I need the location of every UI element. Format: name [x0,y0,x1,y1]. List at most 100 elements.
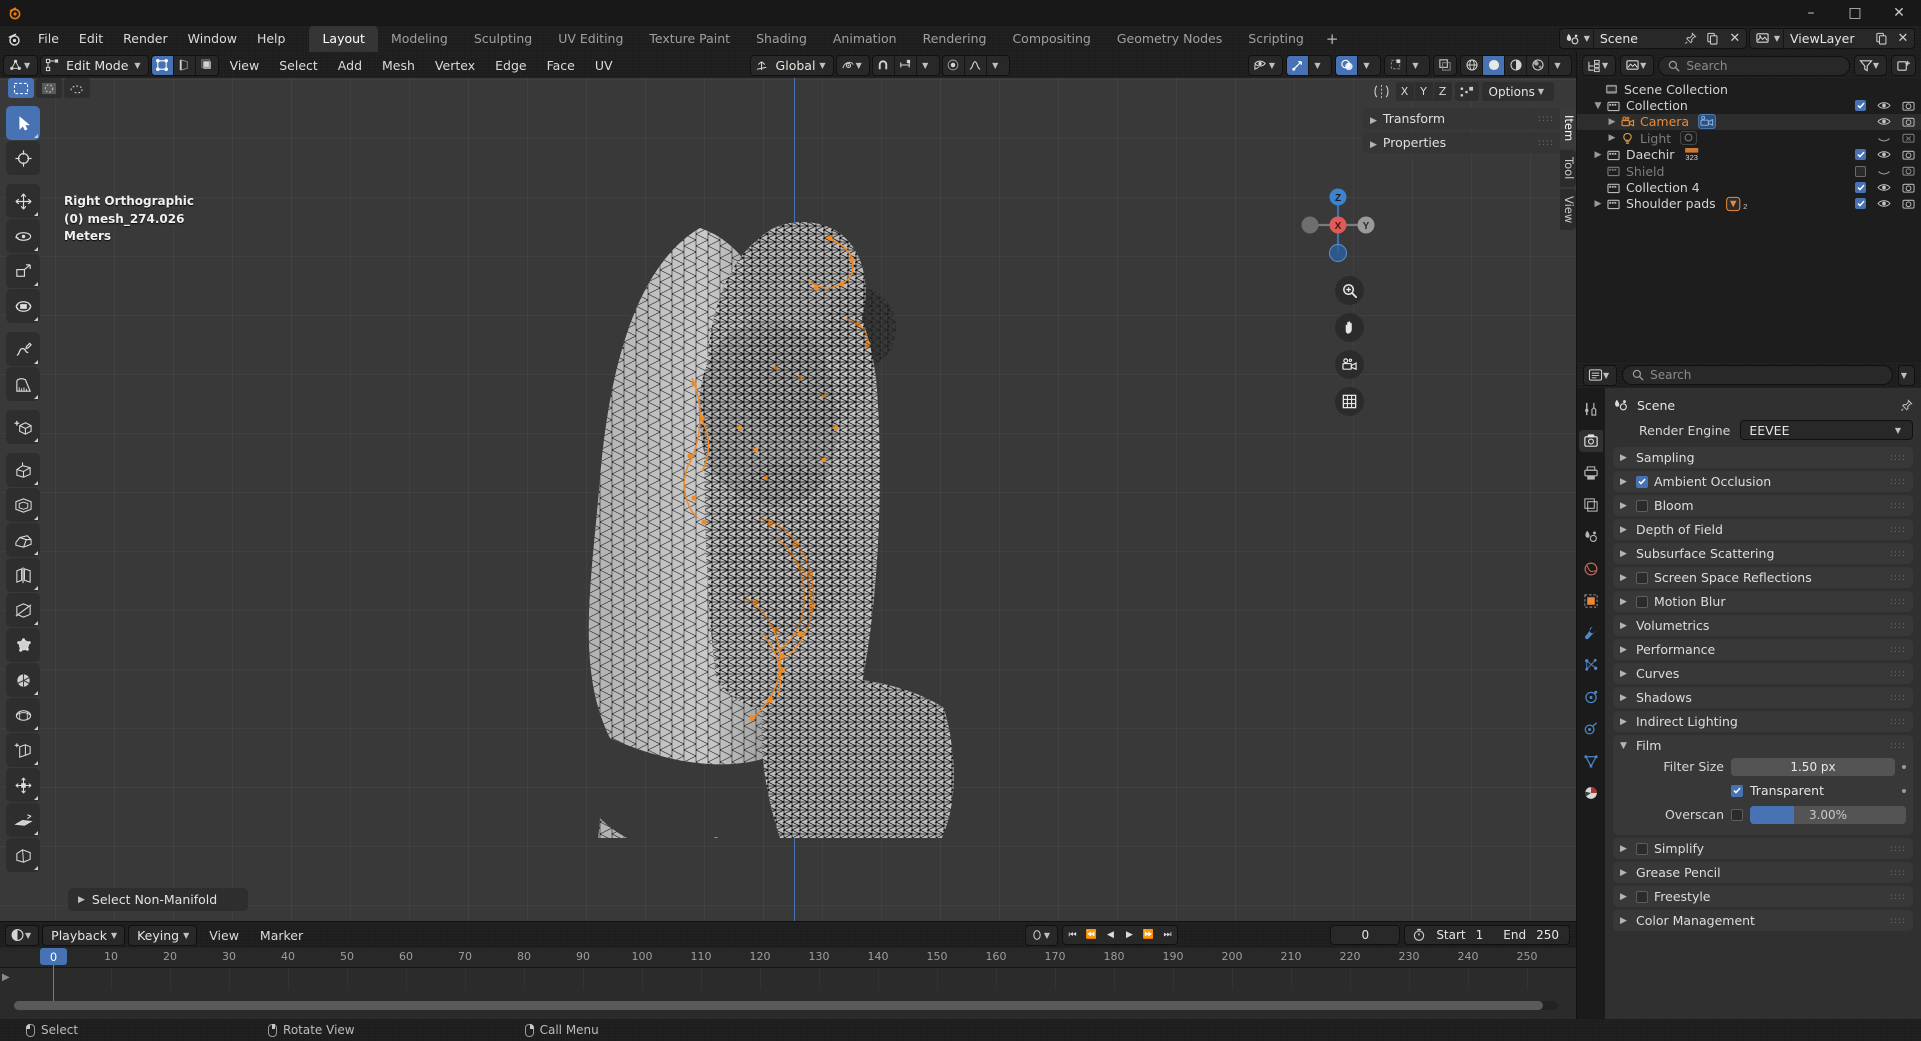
panel-subsurface-scattering[interactable]: ▶ Subsurface Scattering:::: [1613,543,1913,564]
new-viewlayer-button[interactable] [1870,28,1892,49]
workspace-tab-sculpting[interactable]: Sculpting [461,28,545,50]
twisty-open-icon[interactable]: ▼ [1591,101,1605,111]
properties-tab-tool[interactable] [1579,398,1603,420]
workspace-tab-layout[interactable]: Layout [309,26,378,52]
properties-tab-physics[interactable] [1579,686,1603,708]
panel-sampling[interactable]: ▶ Sampling:::: [1613,447,1913,468]
tool-move[interactable] [6,184,40,218]
panel-color-management[interactable]: ▶ Color Management:::: [1613,910,1913,931]
panel-freestyle[interactable]: ▶ Freestyle:::: [1613,886,1913,907]
panel-volumetrics[interactable]: ▶ Volumetrics:::: [1613,615,1913,636]
ssr-checkbox[interactable] [1636,571,1648,584]
auto-keying-icon[interactable] [1405,928,1426,942]
outliner-row-light[interactable]: ▶ Light [1577,130,1921,146]
topology-mirror-icon[interactable] [1454,82,1479,101]
timeline-horizontal-scrollbar[interactable] [14,1001,1558,1010]
properties-options-button[interactable]: ▼ [1897,364,1915,386]
hide-eye-icon[interactable] [1877,133,1891,144]
magnet-icon[interactable] [872,55,895,75]
solid-shading-icon[interactable] [1483,55,1505,75]
outliner-row-scene-collection[interactable]: Scene Collection [1577,81,1921,97]
mesh-data-badge[interactable]: 2 [1725,196,1749,212]
jump-to-start-icon[interactable]: ⏮ [1063,926,1082,944]
play-icon[interactable]: ▶ [1120,926,1139,944]
tool-rip-region[interactable] [6,838,40,872]
gizmo-caret-icon[interactable]: ▼ [1309,55,1331,75]
window-maximize-button[interactable]: □ [1833,0,1877,26]
workspace-tab-scripting[interactable]: Scripting [1235,28,1317,50]
mirror-axis-x[interactable]: X [1395,82,1414,101]
new-collection-button[interactable] [1891,55,1916,76]
snap-to-icon[interactable] [894,55,917,75]
vertex-select-icon[interactable] [151,55,174,75]
tool-bevel[interactable] [6,523,40,557]
falloff-caret-icon[interactable]: ▼ [986,55,1009,75]
tool-measure[interactable] [6,367,40,401]
mesh-count-badge[interactable]: 323 [1683,147,1707,163]
transform-orientation-dropdown[interactable]: Global ▼ [749,54,834,76]
tool-cursor[interactable] [6,141,40,175]
npanel-row-transform[interactable]: ▶ Transform :::: [1362,108,1562,129]
hide-eye-icon[interactable] [1877,182,1891,193]
outliner-editor-type-button[interactable]: ▼ [1582,55,1617,76]
hide-eye-icon[interactable] [1877,100,1891,111]
filter-size-slider[interactable]: 1.50 px [1731,757,1895,776]
outliner-row-collection[interactable]: ▼ Collection [1577,97,1921,113]
edge-select-icon[interactable] [173,55,196,75]
rendered-shading-icon[interactable] [1527,55,1549,75]
pin-icon[interactable] [1680,28,1702,49]
mirror-icon[interactable] [1371,84,1393,99]
hide-eye-icon[interactable] [1877,198,1891,209]
tool-rotate[interactable] [6,219,40,253]
tool-scale[interactable] [6,254,40,288]
blender-menu-icon[interactable] [0,26,28,52]
interaction-mode-dropdown[interactable]: Edit Mode ▼ [40,54,149,76]
panel-shadows[interactable]: ▶ Shadows:::: [1613,687,1913,708]
outliner-filter-button[interactable]: ▼ [1853,55,1887,76]
viewport-menu-add[interactable]: Add [329,55,371,76]
outliner-row-shoulder-pads[interactable]: ▶ Shoulder pads 2 [1577,196,1921,212]
bloom-checkbox[interactable] [1636,499,1648,512]
timeline-ruler[interactable]: 0 10 20 30 40 50 60 70 80 90 100 110 120… [0,948,1576,968]
light-data-icon[interactable] [1680,131,1698,146]
tool-poly-build[interactable] [6,628,40,662]
properties-tab-render[interactable] [1579,430,1603,452]
tool-tweak-select[interactable] [6,106,40,140]
window-minimize-button[interactable]: – [1789,0,1833,26]
viewport-menu-vertex[interactable]: Vertex [426,55,484,76]
outliner-row-shield[interactable]: Shield [1577,163,1921,179]
pan-hand-icon[interactable] [1335,313,1364,342]
outliner-search-input[interactable]: Search [1658,55,1850,76]
viewport-menu-mesh[interactable]: Mesh [373,55,424,76]
twisty-closed-icon[interactable]: ▶ [1605,117,1619,127]
workspace-tab-geometry-nodes[interactable]: Geometry Nodes [1104,28,1235,50]
scene-name[interactable]: Scene [1594,31,1680,46]
panel-simplify[interactable]: ▶ Simplify:::: [1613,838,1913,859]
jump-to-keyframe-next-icon[interactable]: ⏩ [1139,926,1158,944]
panel-screen-space-reflections[interactable]: ▶ Screen Space Reflections:::: [1613,567,1913,588]
workspace-tab-animation[interactable]: Animation [820,28,910,50]
disable-render-icon[interactable] [1902,165,1915,177]
viewlayer-name[interactable]: ViewLayer [1784,31,1870,46]
exclude-checkbox[interactable] [1855,149,1866,161]
workspace-tab-modeling[interactable]: Modeling [378,28,461,50]
workspace-tab-texture-paint[interactable]: Texture Paint [636,28,743,50]
workspace-tab-rendering[interactable]: Rendering [910,28,1000,50]
menu-window[interactable]: Window [178,26,247,52]
viewport-menu-face[interactable]: Face [538,55,584,76]
twisty-closed-icon[interactable]: ▶ [1605,133,1619,143]
panel-indirect-lighting[interactable]: ▶ Indirect Lighting:::: [1613,711,1913,732]
tool-edge-slide[interactable] [6,733,40,767]
tool-shrink-fatten[interactable] [6,768,40,802]
timeline-sidebar-toggle[interactable]: ▶ [2,972,10,983]
tool-annotate[interactable] [6,332,40,366]
panel-motion-blur[interactable]: ▶ Motion Blur:::: [1613,591,1913,612]
select-lasso-icon[interactable] [64,78,90,98]
shading-caret-icon[interactable]: ▼ [1549,55,1571,75]
mirror-axis-y[interactable]: Y [1414,82,1433,101]
camera-data-icon[interactable] [1698,114,1716,130]
outliner-row-collection-4[interactable]: Collection 4 [1577,179,1921,195]
navigation-gizmo[interactable]: Z Y X [1296,183,1380,267]
ambient-occlusion-checkbox[interactable] [1636,475,1648,488]
tool-knife[interactable] [6,593,40,627]
